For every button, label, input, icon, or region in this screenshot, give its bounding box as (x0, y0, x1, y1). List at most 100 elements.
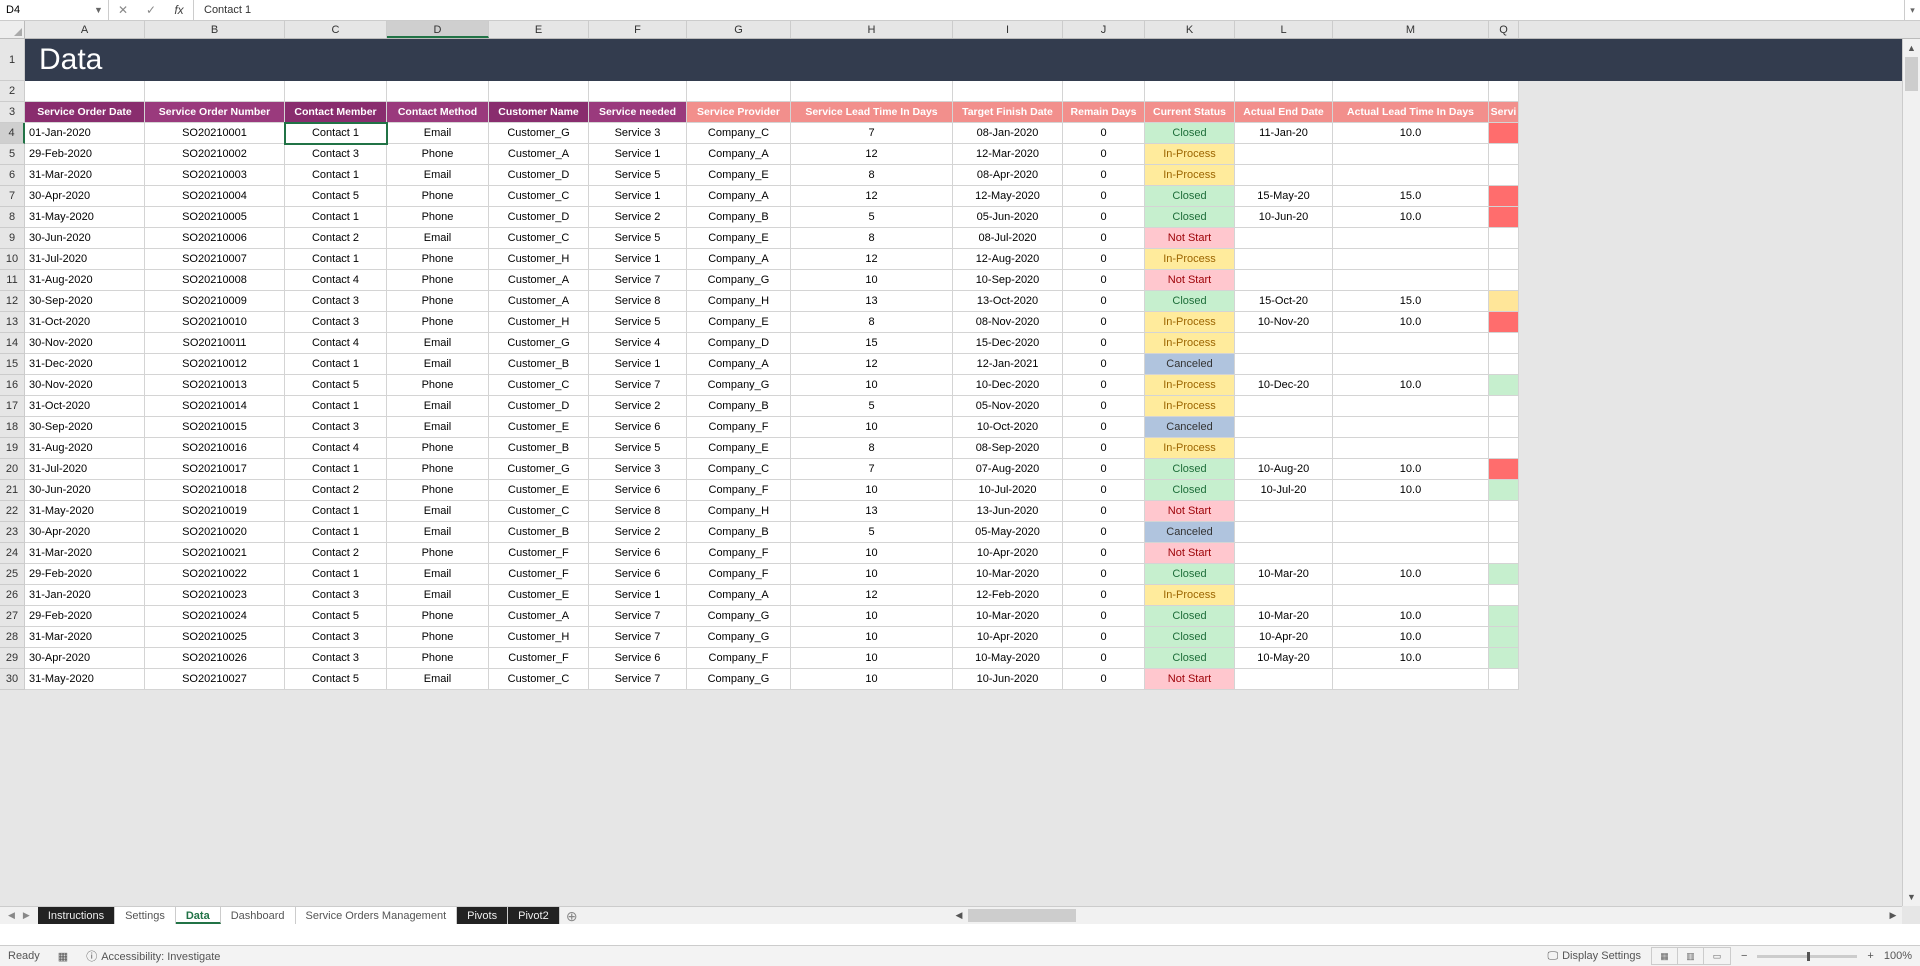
cell[interactable] (1333, 417, 1489, 438)
cell[interactable]: 30-Jun-2020 (25, 228, 145, 249)
cell[interactable]: 31-May-2020 (25, 501, 145, 522)
indicator[interactable] (1489, 564, 1519, 585)
cell[interactable]: Email (387, 396, 489, 417)
cell[interactable]: Service 6 (589, 543, 687, 564)
cell[interactable]: 0 (1063, 564, 1145, 585)
cell[interactable]: SO20210007 (145, 249, 285, 270)
row-header[interactable]: 12 (0, 291, 25, 312)
cell[interactable]: Contact 4 (285, 333, 387, 354)
indicator[interactable] (1489, 165, 1519, 186)
indicator[interactable] (1489, 480, 1519, 501)
cell[interactable]: SO20210003 (145, 165, 285, 186)
cell[interactable]: Company_H (687, 291, 791, 312)
row-header[interactable]: 30 (0, 669, 25, 690)
cell[interactable] (1063, 81, 1145, 102)
column-header-F[interactable]: F (589, 21, 687, 38)
cell[interactable]: Customer_B (489, 522, 589, 543)
cell[interactable]: 0 (1063, 270, 1145, 291)
status-badge[interactable]: Closed (1145, 564, 1235, 585)
scroll-down-icon[interactable]: ▼ (1903, 888, 1920, 906)
status-badge[interactable]: Canceled (1145, 417, 1235, 438)
indicator[interactable] (1489, 270, 1519, 291)
cell[interactable]: SO20210020 (145, 522, 285, 543)
cell[interactable]: Company_E (687, 312, 791, 333)
scroll-up-icon[interactable]: ▲ (1903, 39, 1920, 57)
cell[interactable]: Contact 3 (285, 144, 387, 165)
cell[interactable]: 30-Nov-2020 (25, 375, 145, 396)
cell[interactable]: 12-Aug-2020 (953, 249, 1063, 270)
cell[interactable] (1235, 669, 1333, 690)
cell[interactable]: 8 (791, 228, 953, 249)
cell[interactable]: Phone (387, 270, 489, 291)
cell[interactable]: Service 7 (589, 669, 687, 690)
tab-prev-icon[interactable]: ◀ (8, 910, 15, 921)
cell[interactable] (1333, 354, 1489, 375)
table-header[interactable]: Service Order Number (145, 102, 285, 123)
cell[interactable]: Customer_D (489, 207, 589, 228)
cell[interactable]: Company_G (687, 627, 791, 648)
cell[interactable] (1145, 81, 1235, 102)
zoom-slider[interactable] (1757, 955, 1857, 958)
cell[interactable]: 11-Jan-20 (1235, 123, 1333, 144)
cell[interactable] (791, 81, 953, 102)
row-header[interactable]: 9 (0, 228, 25, 249)
sheet-tab-pivots[interactable]: Pivots (457, 907, 508, 924)
cell[interactable]: 8 (791, 312, 953, 333)
row-header[interactable]: 19 (0, 438, 25, 459)
cell[interactable]: Company_G (687, 375, 791, 396)
cell[interactable]: Service 6 (589, 417, 687, 438)
status-badge[interactable]: In-Process (1145, 438, 1235, 459)
cell[interactable]: 31-Oct-2020 (25, 396, 145, 417)
cell[interactable]: SO20210015 (145, 417, 285, 438)
cell[interactable]: 08-Jul-2020 (953, 228, 1063, 249)
cell[interactable]: 10-Aug-20 (1235, 459, 1333, 480)
status-badge[interactable]: Closed (1145, 627, 1235, 648)
table-header[interactable]: Service Lead Time In Days (791, 102, 953, 123)
cell[interactable] (1235, 396, 1333, 417)
cell[interactable]: 0 (1063, 228, 1145, 249)
cell[interactable]: 10.0 (1333, 459, 1489, 480)
cell[interactable]: Customer_B (489, 438, 589, 459)
cell[interactable]: Service 8 (589, 291, 687, 312)
cell[interactable] (1235, 438, 1333, 459)
sheet-tab-dashboard[interactable]: Dashboard (221, 907, 296, 924)
cell[interactable]: SO20210018 (145, 480, 285, 501)
cell[interactable]: Customer_B (489, 354, 589, 375)
cell[interactable] (1333, 165, 1489, 186)
cell[interactable]: 15-Dec-2020 (953, 333, 1063, 354)
cell[interactable]: 10-Dec-2020 (953, 375, 1063, 396)
cell[interactable]: 0 (1063, 396, 1145, 417)
cell[interactable]: Customer_E (489, 480, 589, 501)
status-badge[interactable]: In-Process (1145, 165, 1235, 186)
cell[interactable]: 31-Mar-2020 (25, 165, 145, 186)
indicator[interactable] (1489, 249, 1519, 270)
cell[interactable]: 31-Aug-2020 (25, 438, 145, 459)
cell[interactable]: Phone (387, 144, 489, 165)
cell[interactable]: 10-Nov-20 (1235, 312, 1333, 333)
cell[interactable] (687, 81, 791, 102)
row-header[interactable]: 27 (0, 606, 25, 627)
table-header[interactable]: Customer Name (489, 102, 589, 123)
status-badge[interactable]: Closed (1145, 123, 1235, 144)
cell[interactable]: Contact 5 (285, 375, 387, 396)
accessibility-status[interactable]: ⓘAccessibility: Investigate (86, 948, 220, 964)
cell[interactable]: 0 (1063, 669, 1145, 690)
cell[interactable]: Service 6 (589, 648, 687, 669)
status-badge[interactable]: In-Process (1145, 396, 1235, 417)
cell[interactable]: Contact 3 (285, 291, 387, 312)
cell[interactable]: SO20210009 (145, 291, 285, 312)
status-badge[interactable]: Not Start (1145, 669, 1235, 690)
vertical-scrollbar[interactable]: ▲ ▼ (1902, 39, 1920, 906)
column-header-E[interactable]: E (489, 21, 589, 38)
cell[interactable]: 12 (791, 354, 953, 375)
table-header[interactable]: Servi (1489, 102, 1519, 123)
sheet-tab-service-orders-management[interactable]: Service Orders Management (296, 907, 458, 924)
cell[interactable]: Company_B (687, 396, 791, 417)
status-badge[interactable]: Canceled (1145, 354, 1235, 375)
indicator[interactable] (1489, 291, 1519, 312)
cell[interactable]: 7 (791, 123, 953, 144)
add-sheet-button[interactable]: ⊕ (560, 907, 584, 924)
indicator[interactable] (1489, 669, 1519, 690)
cell[interactable]: 5 (791, 207, 953, 228)
cell[interactable]: Service 1 (589, 249, 687, 270)
